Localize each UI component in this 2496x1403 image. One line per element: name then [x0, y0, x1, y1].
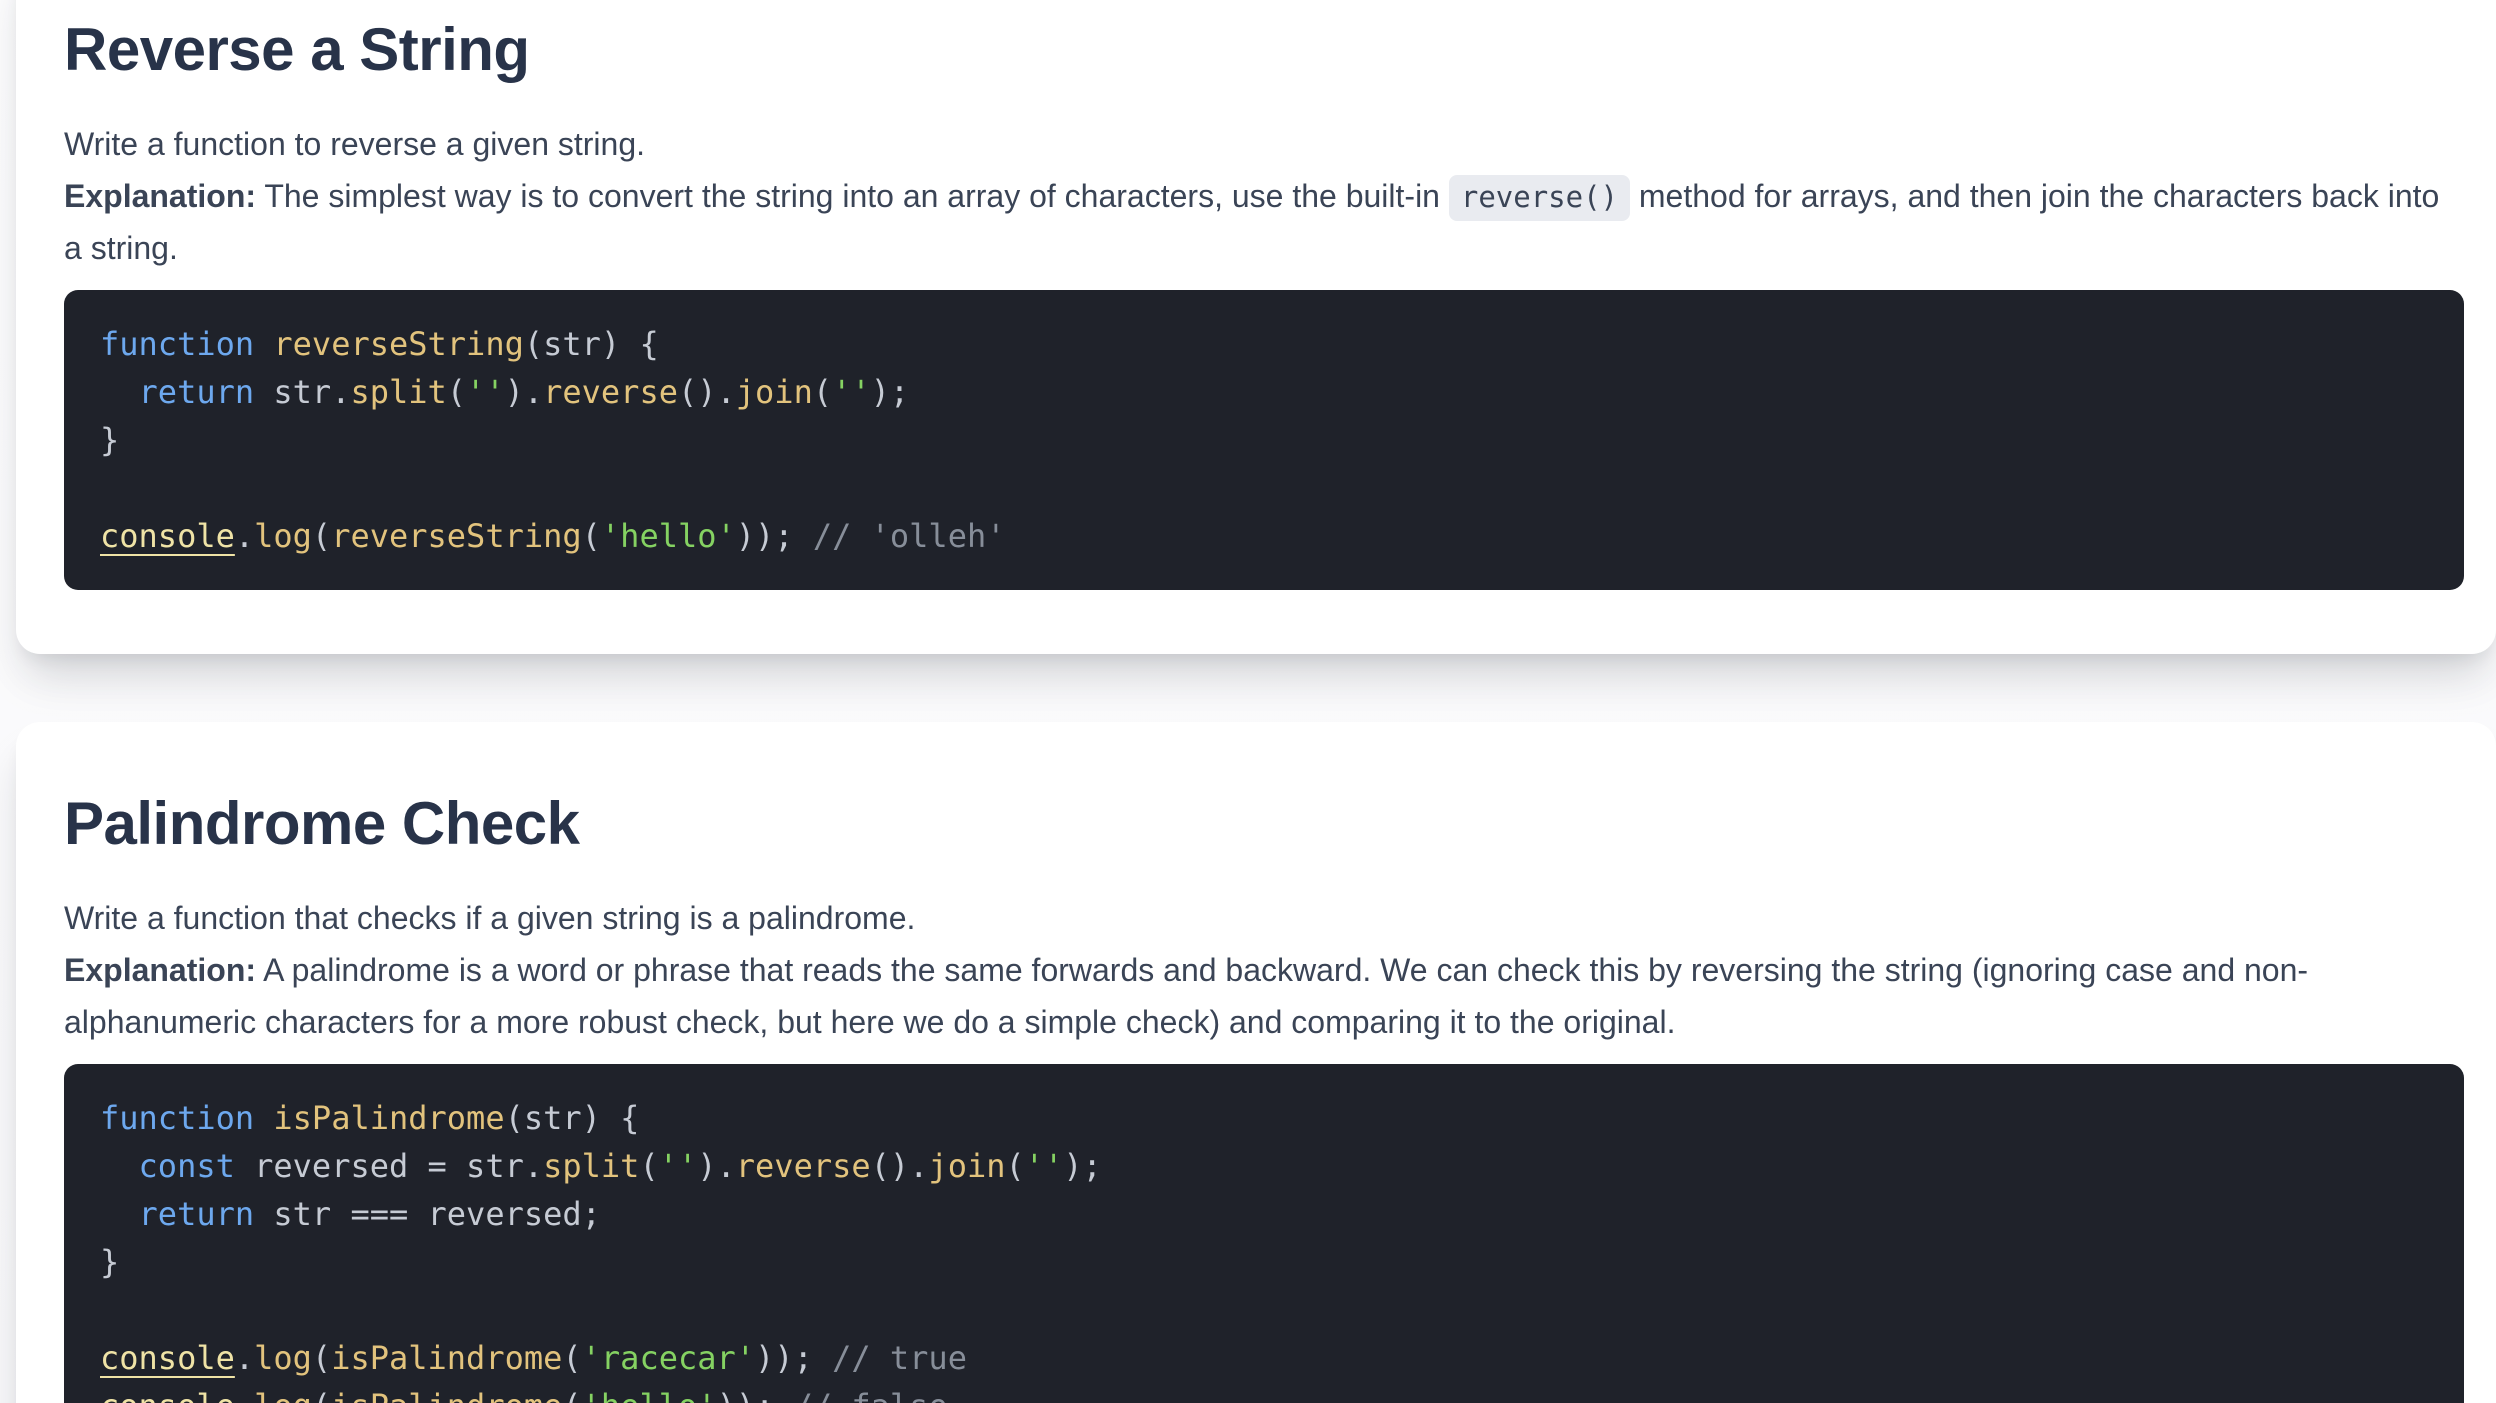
code-token-cmt: // false — [794, 1387, 948, 1403]
code-token-pl: (). — [871, 1147, 929, 1185]
code-token-pl: )); — [736, 517, 813, 555]
code-token-pl: (str) { — [505, 1099, 640, 1137]
code-token-pl: ( — [1005, 1147, 1024, 1185]
code-token-pl: str === reversed; — [254, 1195, 601, 1233]
card-body: Write a function that checks if a given … — [64, 892, 2464, 1403]
code-line: console.log(isPalindrome('racecar')); //… — [100, 1334, 2428, 1382]
code-token-pl: ). — [697, 1147, 736, 1185]
code-token-pl: ( — [639, 1147, 658, 1185]
code-token-kw: function — [100, 325, 254, 363]
page-root: Reverse a String Write a function to rev… — [0, 0, 2496, 1403]
code-token-fn: join — [928, 1147, 1005, 1185]
code-block: function isPalindrome(str) { const rever… — [64, 1064, 2464, 1403]
code-token-fn: reverseString — [331, 517, 581, 555]
code-token-pl: ( — [562, 1387, 581, 1403]
code-token-pl: str. — [254, 373, 350, 411]
code-token-str: '' — [832, 373, 871, 411]
card-palindrome-check: Palindrome Check Write a function that c… — [16, 722, 2496, 1403]
code-line: } — [100, 416, 2428, 464]
explanation-label: Explanation: — [64, 952, 256, 988]
code-token-pl — [100, 1195, 139, 1233]
card-title: Palindrome Check — [64, 786, 2464, 862]
code-token-pl: ( — [312, 1339, 331, 1377]
code-token-fn: isPalindrome — [331, 1387, 562, 1403]
code-token-pl: } — [100, 421, 119, 459]
code-token-pl: ( — [312, 1387, 331, 1403]
code-token-pl — [254, 325, 273, 363]
code-token-str: 'hello' — [582, 1387, 717, 1403]
code-token-pl: . — [235, 1387, 254, 1403]
code-token-str: '' — [659, 1147, 698, 1185]
code-line: const reversed = str.split('').reverse()… — [100, 1142, 2428, 1190]
code-token-fn: log — [254, 1339, 312, 1377]
code-token-pl: ); — [871, 373, 910, 411]
code-token-pl: ( — [447, 373, 466, 411]
explanation-text: Explanation: A palindrome is a word or p… — [64, 944, 2464, 1048]
explanation-segment: A palindrome is a word or phrase that re… — [64, 952, 2308, 1040]
code-token-pl: (). — [678, 373, 736, 411]
prompt-text: Write a function that checks if a given … — [64, 892, 2464, 944]
code-line: console.log(isPalindrome('hello')); // f… — [100, 1382, 2428, 1403]
code-line: console.log(reverseString('hello')); // … — [100, 512, 2428, 560]
code-token-pl: . — [235, 517, 254, 555]
code-token-cmt: // true — [832, 1339, 967, 1377]
code-token-fn: log — [254, 1387, 312, 1403]
code-token-fn: log — [254, 517, 312, 555]
code-token-str: 'hello' — [601, 517, 736, 555]
code-token-pl: ( — [582, 517, 601, 555]
code-line: } — [100, 1238, 2428, 1286]
code-token-str: '' — [1025, 1147, 1064, 1185]
code-token-bi: console — [100, 1339, 235, 1377]
code-token-cmt: // 'olleh' — [813, 517, 1006, 555]
code-token-pl: ( — [813, 373, 832, 411]
code-token-kw: return — [139, 373, 255, 411]
code-token-fn: join — [736, 373, 813, 411]
code-token-kw: return — [139, 1195, 255, 1233]
code-block: function reverseString(str) { return str… — [64, 290, 2464, 590]
code-token-fn: isPalindrome — [331, 1339, 562, 1377]
code-token-str: '' — [466, 373, 505, 411]
code-token-pl — [100, 373, 139, 411]
code-token-fn: reverse — [543, 373, 678, 411]
code-token-pl: )); — [717, 1387, 794, 1403]
code-token-fn: isPalindrome — [273, 1099, 504, 1137]
code-token-fn: reverseString — [273, 325, 523, 363]
card-title: Reverse a String — [64, 12, 2464, 88]
code-token-pl: . — [235, 1339, 254, 1377]
explanation-label: Explanation: — [64, 178, 256, 214]
code-token-pl: reversed = str. — [235, 1147, 543, 1185]
inline-code-chip: reverse() — [1449, 175, 1630, 221]
code-token-kw: function — [100, 1099, 254, 1137]
code-token-pl: ( — [562, 1339, 581, 1377]
code-line — [100, 464, 2428, 512]
code-token-pl: (str) { — [524, 325, 659, 363]
code-token-bi: console — [100, 517, 235, 555]
explanation-text: Explanation: The simplest way is to conv… — [64, 170, 2464, 274]
code-token-pl: ); — [1063, 1147, 1102, 1185]
code-token-pl: ( — [312, 517, 331, 555]
card-reverse-a-string: Reverse a String Write a function to rev… — [16, 0, 2496, 654]
code-token-fn: split — [543, 1147, 639, 1185]
code-token-str: 'racecar' — [582, 1339, 755, 1377]
code-token-kw: const — [139, 1147, 235, 1185]
code-line: function reverseString(str) { — [100, 320, 2428, 368]
code-token-fn: reverse — [736, 1147, 871, 1185]
code-line: return str.split('').reverse().join(''); — [100, 368, 2428, 416]
code-token-bi: console — [100, 1387, 235, 1403]
prompt-text: Write a function to reverse a given stri… — [64, 118, 2464, 170]
code-line: function isPalindrome(str) { — [100, 1094, 2428, 1142]
code-token-pl — [100, 1147, 139, 1185]
code-line — [100, 1286, 2428, 1334]
code-token-pl: )); — [755, 1339, 832, 1377]
code-line: return str === reversed; — [100, 1190, 2428, 1238]
card-body: Write a function to reverse a given stri… — [64, 118, 2464, 590]
code-token-pl: } — [100, 1243, 119, 1281]
code-token-pl — [254, 1099, 273, 1137]
explanation-segment: The simplest way is to convert the strin… — [256, 178, 1449, 214]
code-token-fn: split — [350, 373, 446, 411]
code-token-pl: ). — [505, 373, 544, 411]
